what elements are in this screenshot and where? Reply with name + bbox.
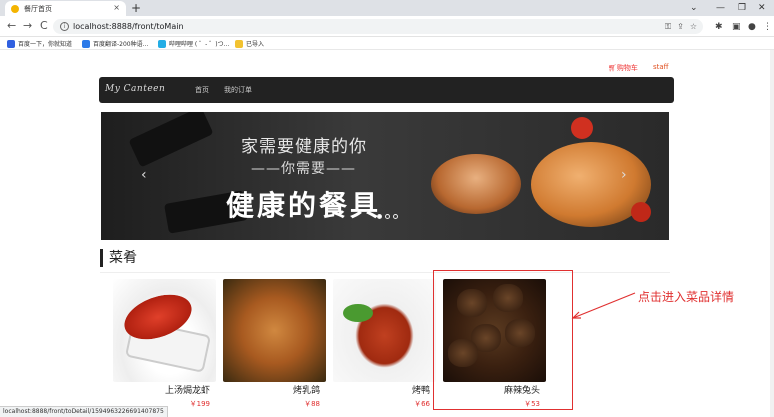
bookmark-baidu-translate[interactable]: 百度翻译-200种语... [82, 39, 148, 48]
annotation-text: 点击进入菜品详情 [638, 290, 735, 304]
cart-label: 购物车 [616, 64, 638, 72]
dish-price: ￥88 [304, 400, 320, 408]
brand-logo[interactable]: My Canteen [105, 84, 165, 94]
tomato-image [631, 202, 651, 222]
dish-price: ￥66 [414, 400, 430, 408]
garnish-leaf [343, 304, 373, 322]
restore-button[interactable]: ❐ [738, 0, 746, 16]
status-bar: localhost:8888/front/toDetail/1594963226… [0, 406, 168, 417]
carousel-dot[interactable] [385, 214, 390, 219]
side-panel-icon[interactable]: ▣ [732, 21, 741, 33]
address-row: ← → C i localhost:8888/front/toMain ⚿ ⇪ ☆ … [0, 16, 774, 37]
dish-image-lobster[interactable] [113, 279, 216, 382]
profile-icon[interactable]: ● [748, 21, 756, 33]
section-divider [100, 272, 670, 273]
nav-my-orders[interactable]: 我的订单 [224, 85, 252, 95]
staff-link[interactable]: staff [653, 63, 669, 71]
banner-carousel: 家需要健康的你 ——你需要—— 健康的餐具 ‹ › [101, 112, 669, 240]
page-scrollbar[interactable] [770, 50, 774, 417]
back-button[interactable]: ← [7, 18, 16, 34]
address-bar[interactable]: i localhost:8888/front/toMain ⚿ ⇪ ☆ [53, 19, 703, 34]
browser-tab-bar: 餐厅首页 × + ⌄ — ❐ ✕ [0, 0, 774, 16]
dish-name[interactable]: 上汤焗龙虾 [165, 383, 210, 396]
banner-subline: ——你需要—— [251, 161, 356, 177]
section-title: 菜肴 [100, 249, 137, 267]
browser-tab[interactable]: 餐厅首页 × [5, 1, 126, 16]
extensions-icon[interactable]: ✱ [715, 21, 723, 33]
bilibili-icon [158, 39, 166, 48]
bookmarks-bar: 百度一下，你就知道 百度翻译-200种语... 哔哩哔哩 ( ゜- ゜)つ...… [0, 37, 774, 50]
new-tab-button[interactable]: + [131, 0, 141, 16]
bookmark-label: 百度翻译-200种语... [93, 41, 149, 48]
share-icon[interactable]: ⇪ [677, 22, 684, 31]
carousel-dot[interactable] [377, 214, 382, 219]
tomato-image [571, 117, 593, 139]
tab-favicon-icon [11, 4, 19, 13]
dish-image-pigeon[interactable] [223, 279, 326, 382]
site-navbar: My Canteen 首页 我的订单 [99, 77, 674, 103]
dish-price: ￥199 [189, 400, 210, 408]
bookmark-bilibili[interactable]: 哔哩哔哩 ( ゜- ゜)つ... [158, 39, 229, 48]
reload-button[interactable]: C [40, 18, 48, 34]
annotation-arrow-icon [571, 292, 636, 319]
sushi-plate-image [128, 112, 214, 168]
dish-name[interactable]: 烤鸭 [412, 383, 430, 396]
bookmark-imported[interactable]: 已导入 [235, 39, 264, 48]
carousel-prev-icon[interactable]: ‹ [141, 167, 147, 183]
baidu-icon [7, 39, 15, 48]
annotation-highlight-box [433, 270, 573, 410]
dish-name[interactable]: 烤乳鸽 [293, 383, 320, 396]
carousel-dot[interactable] [393, 214, 398, 219]
key-icon[interactable]: ⚿ [665, 22, 671, 31]
carousel-next-icon[interactable]: › [621, 167, 627, 183]
bookmark-baidu[interactable]: 百度一下，你就知道 [7, 39, 72, 48]
tab-title: 餐厅首页 [24, 4, 52, 13]
dish-image-duck[interactable] [333, 279, 436, 382]
translate-icon [82, 39, 90, 48]
bookmark-star-icon[interactable]: ☆ [690, 22, 697, 31]
dish-card[interactable]: 烤鸭 ￥66 [333, 279, 436, 408]
page-content: 🛒︎购物车 staff My Canteen 首页 我的订单 家需要健康的你 —… [0, 50, 774, 417]
carousel-indicators [377, 214, 398, 219]
minimize-button[interactable]: — [716, 0, 725, 16]
tab-close-icon[interactable]: × [113, 3, 120, 12]
nav-home[interactable]: 首页 [195, 85, 209, 95]
banner-title: 健康的餐具 [226, 189, 382, 222]
menu-kebab-icon[interactable]: ⋮ [763, 21, 772, 33]
grilled-chicken-image [431, 154, 521, 214]
site-info-icon[interactable]: i [60, 22, 69, 31]
cart-link[interactable]: 🛒︎购物车 [608, 63, 638, 73]
bookmark-label: 哔哩哔哩 ( ゜- ゜)つ... [169, 41, 230, 48]
bookmark-label: 已导入 [246, 41, 265, 48]
tab-search-icon[interactable]: ⌄ [690, 0, 698, 16]
forward-button[interactable]: → [23, 18, 32, 34]
url-text: localhost:8888/front/toMain [73, 22, 184, 31]
dish-card[interactable]: 烤乳鸽 ￥88 [223, 279, 326, 408]
cart-icon: 🛒︎ [608, 64, 617, 72]
dish-card[interactable]: 上汤焗龙虾 ￥199 [113, 279, 216, 408]
bookmark-label: 百度一下，你就知道 [18, 41, 73, 48]
banner-headline: 家需要健康的你 [241, 137, 367, 157]
close-window-button[interactable]: ✕ [758, 0, 766, 16]
folder-icon [235, 39, 243, 48]
